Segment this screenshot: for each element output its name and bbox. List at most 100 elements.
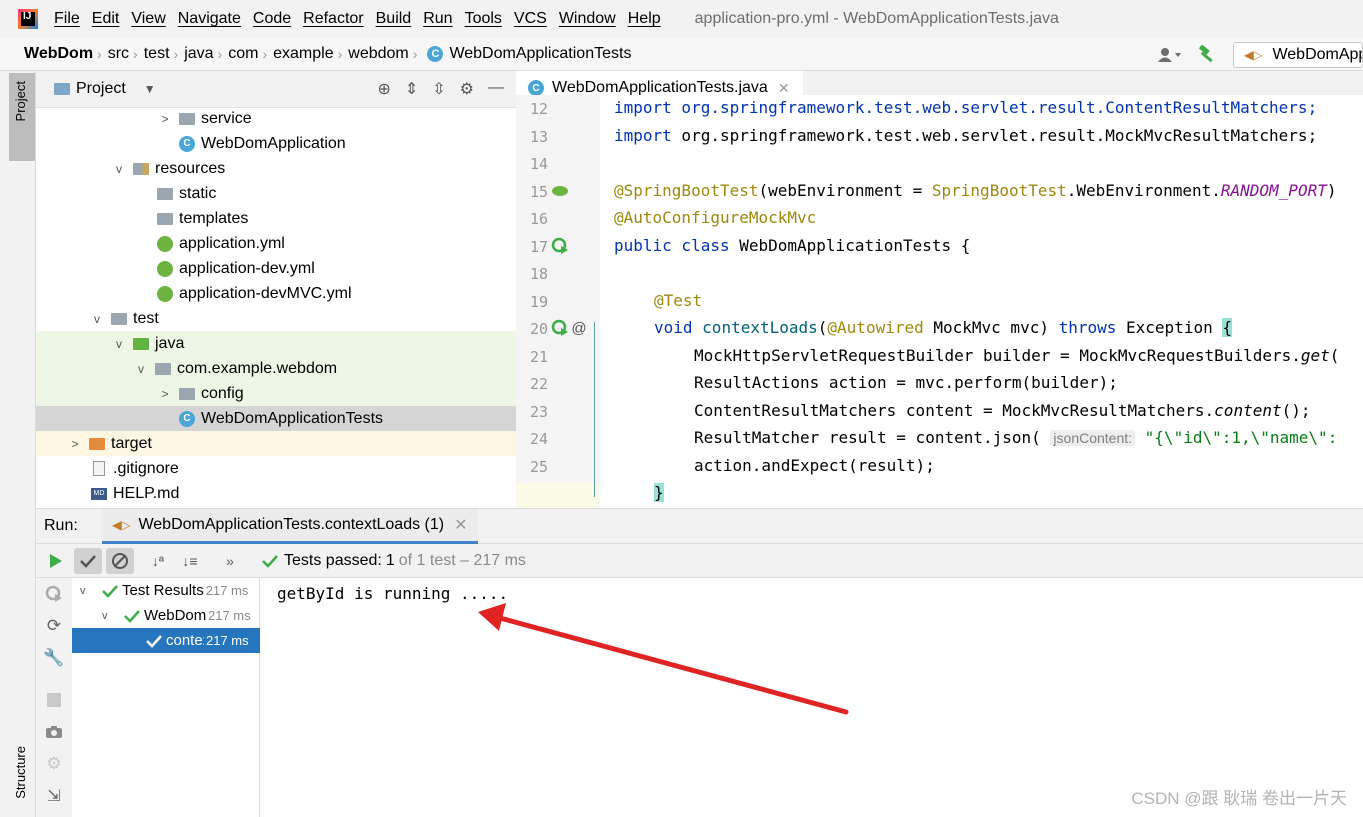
menu-build[interactable]: Build [370,10,418,28]
tree-item-templates[interactable]: templates [36,206,516,231]
class-icon: C [178,410,196,427]
chevron-down-icon[interactable]: v [134,362,148,376]
tree-item-resources[interactable]: v resources [36,156,516,181]
breadcrumb-class[interactable]: WebDomApplicationTests [443,45,635,63]
run-test-class-icon[interactable] [550,236,570,256]
tests-status: Tests passed: 1 of 1 test – 217 ms [262,552,526,570]
rerun-icon[interactable] [42,548,70,574]
camera-icon[interactable] [44,722,64,742]
class-icon: C [427,46,444,62]
import-tests-icon[interactable]: ⇲ [44,786,64,806]
navigation-bar: WebDom › src › test › java › com › examp… [0,38,1363,71]
menu-view[interactable]: View [125,10,171,28]
menu-help[interactable]: Help [622,10,667,28]
settings-icon[interactable]: ⚙ [44,754,64,774]
code-editor[interactable]: import org.springframework.test.web.serv… [600,95,1363,508]
breadcrumb-com[interactable]: com [222,45,262,63]
project-panel-title[interactable]: Project [76,80,126,98]
run-test-method-icon[interactable] [550,318,570,338]
breadcrumb-java[interactable]: java [178,45,217,63]
test-node-time: 217 ms [205,583,249,598]
line-number: 19 [529,293,548,311]
tree-item-webdomapplicationtests[interactable]: C WebDomApplicationTests [36,406,516,431]
menu-code[interactable]: Code [247,10,297,28]
tree-item-application-yml[interactable]: application.yml [36,231,516,256]
tree-item-test[interactable]: v test [36,306,516,331]
menu-edit[interactable]: Edit [86,10,126,28]
menu-run[interactable]: Run [417,10,458,28]
menu-refactor[interactable]: Refactor [297,10,369,28]
tree-item-service[interactable]: > service [36,108,516,131]
test-node-method[interactable]: contextLoads 217 ms [72,628,260,653]
run-configuration-selector[interactable]: ◀▷ WebDomApp [1233,41,1363,68]
project-tool-label[interactable]: Project [13,81,28,121]
chevron-down-icon[interactable]: ▼ [144,82,156,96]
run-tab-contextloads[interactable]: ◀▷ WebDomApplicationTests.contextLoads (… [102,509,478,544]
tree-item-target[interactable]: > target [36,431,516,456]
tree-item-label: config [201,384,244,402]
line-number: 24 [529,430,548,448]
menu-tools[interactable]: Tools [459,10,508,28]
wrench-icon[interactable]: 🔧 [43,648,64,668]
menu-window[interactable]: Window [553,10,622,28]
build-hammer-icon[interactable] [1195,44,1217,66]
breadcrumb-src[interactable]: src [102,45,133,63]
sort-by-duration-icon[interactable]: ↓≡ [176,548,204,574]
tree-item-gitignore[interactable]: .gitignore [36,456,516,481]
spring-yml-icon [156,235,174,252]
tree-item-label: application-dev.yml [179,259,315,277]
breadcrumb-webdom[interactable]: webdom [342,45,412,63]
console-output[interactable]: getById is running ..... CSDN @跟 耿瑞 卷出一片… [261,578,1363,817]
tree-item-label: WebDomApplication [201,134,346,152]
chevron-right-icon[interactable]: > [158,112,172,126]
minimize-icon[interactable]: — [488,79,504,99]
intellij-logo-icon: IJ [18,9,38,29]
rerun-failed-icon[interactable] [44,584,64,604]
package-icon [154,361,172,377]
line-number: 15 [529,183,548,201]
tree-item-static[interactable]: static [36,181,516,206]
show-passed-icon[interactable] [74,547,102,574]
chevron-down-icon[interactable]: v [80,585,94,597]
breadcrumb-test[interactable]: test [138,45,174,63]
toggle-autotest-icon[interactable]: ⟳ [44,616,64,636]
chevron-down-icon[interactable]: v [90,312,104,326]
menu-file[interactable]: File [48,10,86,28]
tree-item-application-devmvc-yml[interactable]: application-devMVC.yml [36,281,516,306]
tree-item-config[interactable]: > config [36,381,516,406]
tree-item-application-dev-yml[interactable]: application-dev.yml [36,256,516,281]
show-ignored-icon[interactable] [106,547,134,574]
close-icon[interactable]: ✕ [454,515,467,535]
sort-alphabetically-icon[interactable]: ↓ª [144,548,172,574]
parameter-hint: jsonContent: [1050,430,1136,446]
tree-item-java[interactable]: v java [36,331,516,356]
collapse-all-icon[interactable]: ⇳ [432,79,445,99]
tree-item-webdomapplication[interactable]: C WebDomApplication [36,131,516,156]
autowired-at-icon[interactable]: @ [569,318,589,338]
test-node-root[interactable]: v Test Results 217 ms [72,578,260,603]
code-line-23: ContentResultMatchers content = MockMvcR… [694,401,1311,420]
structure-tool-label[interactable]: Structure [13,746,28,799]
chevron-right-icon[interactable]: > [158,387,172,401]
expand-all-icon[interactable]: ⇕ [405,79,418,99]
gear-icon[interactable]: ⚙ [460,79,474,99]
chevron-down-icon[interactable]: v [112,337,126,351]
user-account-icon[interactable] [1155,45,1185,65]
close-icon[interactable]: ✕ [778,80,790,97]
spring-bean-icon[interactable] [550,181,570,201]
chevron-down-icon[interactable]: v [112,162,126,176]
line-number: 21 [529,348,548,366]
tree-item-help-md[interactable]: MD HELP.md [36,481,516,506]
test-node-class[interactable]: v WebDomApplicationTests 217 ms [72,603,260,628]
breadcrumb-example[interactable]: example [267,45,337,63]
menu-navigate[interactable]: Navigate [172,10,247,28]
stop-icon[interactable] [44,690,64,710]
tree-item-package-webdom[interactable]: v com.example.webdom [36,356,516,381]
menu-vcs[interactable]: VCS [508,10,553,28]
chevron-right-icon[interactable]: > [68,437,82,451]
locate-file-icon[interactable]: ⊕ [377,79,390,99]
breadcrumb-project[interactable]: WebDom [0,45,97,63]
chevron-down-icon[interactable]: v [102,610,116,622]
more-icon[interactable]: » [216,548,244,574]
test-node-label: Test Results [122,582,204,599]
